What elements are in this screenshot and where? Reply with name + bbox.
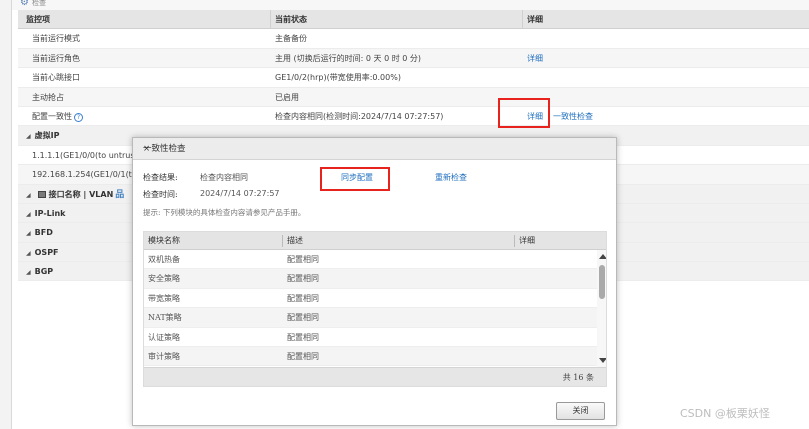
module-desc: 配置相同 — [287, 255, 319, 264]
scroll-up-icon[interactable] — [599, 254, 606, 259]
row-item: 当前运行角色 — [32, 53, 80, 63]
module-name: 认证策略 — [148, 332, 180, 342]
table-row: 当前运行模式 主备备份 — [18, 29, 809, 49]
row-state: GE1/0/2(hrp)(带宽使用率:0.00%) — [275, 73, 401, 83]
row-item: 配置一致性? — [32, 107, 83, 126]
col-header-desc: 描述 — [287, 236, 303, 245]
collapse-triangle-icon: ◢ — [26, 249, 31, 257]
consistency-check-link[interactable]: 一致性检查 — [553, 107, 593, 126]
detail-link[interactable]: 详细 — [527, 49, 543, 68]
section-label: BFD — [34, 228, 53, 238]
total-count: 共 16 条 — [562, 373, 594, 382]
section-label: OSPF — [34, 247, 59, 257]
interface-icon — [37, 190, 46, 198]
network-icon: 品 — [115, 189, 125, 200]
row-item: 192.168.1.254(GE1/0/1(to — [32, 170, 137, 180]
close-button[interactable]: 关闭 — [556, 402, 605, 420]
gear-icon: ⚙ — [20, 0, 29, 8]
table-row: 配置一致性? 检查内容相同(检测时间:2024/7/14 07:27:57) 详… — [18, 106, 809, 127]
row-state: 主用 (切换后运行的时间: 0 天 0 时 0 分) — [275, 53, 422, 63]
result-label: 检查结果: — [143, 173, 178, 182]
row-state: 已启用 — [275, 92, 299, 102]
highlight-box — [320, 167, 390, 191]
collapse-triangle-icon: ◢ — [26, 133, 31, 141]
table-row: 安全策略 配置相同 — [144, 269, 597, 289]
collapse-triangle-icon: ◢ — [26, 269, 31, 277]
table-row: 当前运行角色 主用 (切换后运行的时间: 0 天 0 时 0 分) 详细 — [18, 48, 809, 69]
module-list-scrollbar[interactable] — [597, 250, 606, 367]
row-item: 当前运行模式 — [32, 34, 80, 44]
highlight-box — [498, 98, 550, 128]
module-name: 安全策略 — [148, 274, 180, 284]
help-icon[interactable]: ? — [74, 112, 83, 122]
module-name: 审计策略 — [148, 351, 180, 361]
table-row: 当前心跳接口 GE1/0/2(hrp)(带宽使用率:0.00%) — [18, 68, 809, 88]
watermark: CSDN @板栗妖怪 — [680, 407, 770, 420]
col-divider — [522, 10, 523, 29]
table-row: 认证策略 配置相同 — [144, 327, 597, 347]
dialog-titlebar[interactable]: 一致性检查 × — [133, 138, 616, 160]
col-header-module: 模块名称 — [148, 236, 180, 245]
collapse-triangle-icon: ◢ — [26, 210, 31, 218]
row-state: 检查内容相同(检测时间:2024/7/14 07:27:57) — [275, 111, 444, 121]
time-value: 2024/7/14 07:27:57 — [200, 189, 280, 198]
table-row: NAT策略 配置相同 — [144, 308, 597, 328]
section-label: IP-Link — [34, 208, 66, 218]
col-header-state: 当前状态 — [275, 15, 307, 24]
scroll-down-icon[interactable] — [599, 358, 606, 363]
col-divider — [514, 235, 515, 247]
table-row: 带宽策略 配置相同 — [144, 288, 597, 309]
close-icon[interactable]: × — [143, 138, 606, 160]
row-item-label: 配置一致性 — [32, 111, 72, 121]
module-desc: 配置相同 — [287, 274, 319, 284]
table-header: 监控项 当前状态 详细 — [18, 10, 809, 30]
module-desc: 配置相同 — [287, 293, 319, 303]
collapse-triangle-icon: ◢ — [26, 230, 31, 238]
col-header-detail: 详细 — [527, 15, 543, 24]
panel-title: 检查 — [32, 0, 46, 7]
recheck-link[interactable]: 重新检查 — [435, 172, 467, 183]
table-row: 主动抢占 已启用 — [18, 87, 809, 107]
time-label: 检查时间: — [143, 190, 178, 199]
panel-header: ⚙ 检查 — [12, 0, 809, 10]
collapse-triangle-icon: ◢ — [26, 191, 31, 199]
module-table-footer: 共 16 条 — [144, 367, 606, 386]
module-table: 模块名称 描述 详细 双机热备 配置相同 安全策略 配置相同 带宽策略 配置相同… — [143, 231, 607, 387]
module-desc: 配置相同 — [287, 332, 319, 342]
result-value: 检查内容相同 — [200, 173, 248, 182]
row-item: 主动抢占 — [32, 92, 64, 102]
module-desc: 配置相同 — [287, 313, 319, 323]
table-row: 审计策略 配置相同 — [144, 346, 597, 367]
module-desc: 配置相同 — [287, 351, 319, 361]
table-row: 双机热备 配置相同 — [144, 250, 597, 270]
scroll-thumb[interactable] — [599, 265, 605, 299]
col-divider — [270, 10, 271, 29]
section-label: 接口名称 | VLAN — [48, 189, 114, 199]
row-item: 1.1.1.1(GE1/0/0(to untrust) — [32, 150, 141, 160]
hint-text: 提示: 下列模块的具体检查内容请参见产品手册。 — [143, 208, 306, 217]
col-divider — [282, 235, 283, 247]
row-item: 当前心跳接口 — [32, 73, 80, 83]
module-table-header: 模块名称 描述 详细 — [144, 232, 606, 250]
section-label: 虚拟IP — [34, 131, 60, 141]
section-label: BGP — [34, 267, 54, 277]
col-header-detail: 详细 — [519, 236, 535, 245]
module-name: 双机热备 — [148, 255, 180, 264]
col-header-item: 监控项 — [26, 15, 50, 24]
left-border — [0, 0, 12, 429]
module-name: 带宽策略 — [148, 293, 180, 303]
row-state: 主备备份 — [275, 34, 307, 44]
module-list: 双机热备 配置相同 安全策略 配置相同 带宽策略 配置相同 NAT策略 配置相同… — [144, 250, 597, 367]
module-name: NAT策略 — [148, 313, 182, 323]
